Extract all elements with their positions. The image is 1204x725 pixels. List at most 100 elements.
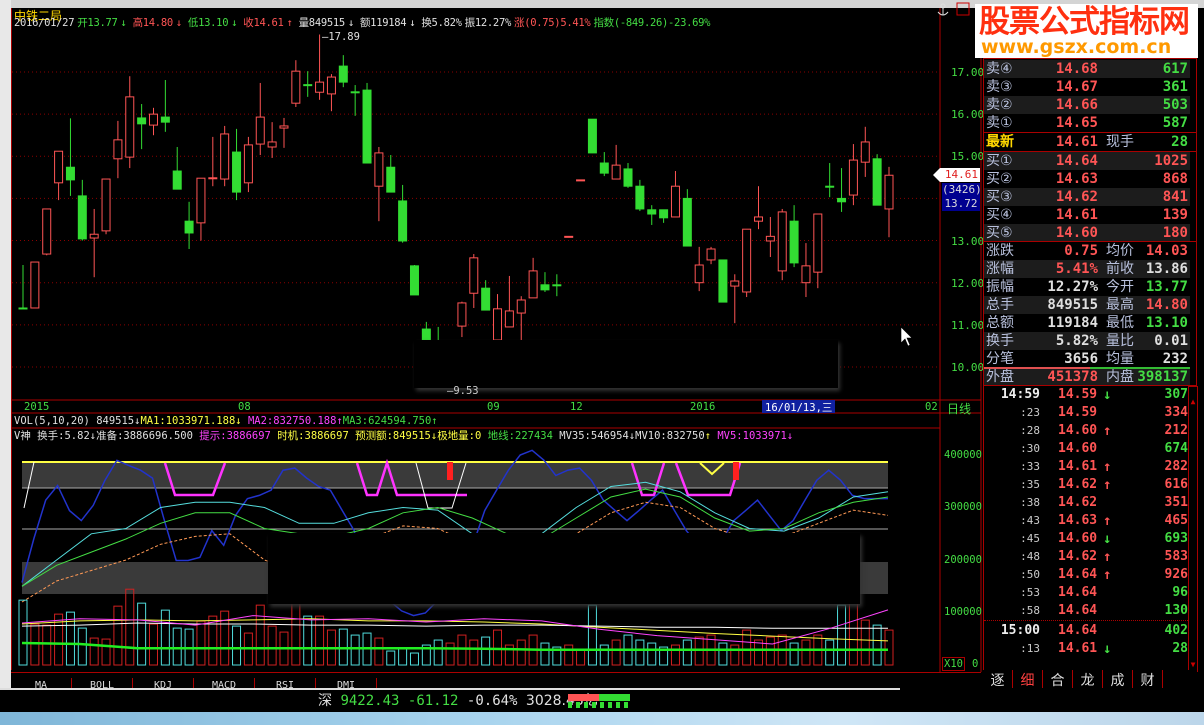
arrow-down-icon: ↓: [231, 17, 238, 29]
period-selector[interactable]: 日线: [947, 400, 971, 417]
scroll-down-icon[interactable]: ▼: [1189, 660, 1197, 669]
candle-body: [362, 89, 372, 164]
vol-axis-label: 0: [972, 658, 979, 670]
candle-body: [243, 144, 253, 184]
bid-label: 买③: [986, 189, 1013, 205]
last-label: 最新: [986, 134, 1014, 150]
tick-volume: 693: [1164, 531, 1188, 546]
candle-body: [552, 284, 562, 287]
candle-body: [540, 284, 550, 291]
tick-price: 14.60: [1058, 441, 1098, 456]
price-axis-label: 15.00: [951, 150, 985, 163]
tick-volume: 28: [1172, 641, 1188, 656]
tick-time: :13: [1020, 642, 1040, 655]
candle-body: [682, 197, 692, 247]
tick-price: 14.62: [1058, 549, 1098, 564]
candle: [362, 82, 372, 164]
candle-body: [208, 177, 218, 180]
stat-label: 换手: [986, 333, 1014, 349]
volume-ma-ma1: [21, 618, 889, 642]
outer-bar: [984, 367, 1090, 369]
inner-bar: [1090, 367, 1190, 369]
taskbar: [0, 712, 1204, 725]
volume-bar: [77, 627, 87, 666]
candle-body: [599, 162, 609, 174]
volume-bar: [398, 647, 408, 666]
ask-row[interactable]: 卖④ 14.68 617: [984, 60, 1190, 78]
tick-time: :23: [1020, 406, 1040, 419]
volume-bar: [18, 599, 28, 666]
bid-row[interactable]: 买① 14.64 1025: [984, 152, 1190, 170]
candle-body: [101, 178, 111, 232]
volume-bar: [469, 639, 479, 666]
tick-time: :50: [1020, 568, 1040, 581]
stat-label: 内盘: [1106, 369, 1134, 385]
stat-label: 最低: [1106, 315, 1134, 331]
ind-forecast: 预测额:849515: [355, 430, 431, 442]
ask-row[interactable]: 卖③ 14.67 361: [984, 78, 1190, 96]
candle-body: [398, 200, 408, 242]
arrow-down-icon: ↓: [347, 17, 354, 29]
arrow-up-icon: ↑: [1103, 477, 1112, 493]
candle: [125, 76, 135, 169]
candle: [730, 274, 740, 324]
ask-label: 卖③: [986, 79, 1013, 95]
volume-bar: [599, 644, 609, 666]
ind-timing: 时机:3886697: [277, 430, 349, 442]
scroll-up-icon[interactable]: ▲: [1189, 397, 1197, 406]
vol-ma2: MA2:832750.188: [247, 415, 337, 427]
candle: [255, 82, 265, 156]
price-axis-label: 11.00: [951, 319, 985, 332]
volume-ma-ma3: [21, 609, 889, 645]
volume-bar: [137, 602, 147, 666]
ind-name: V神: [14, 430, 31, 442]
volume-bar: [884, 629, 894, 666]
bid-price: 14.64: [1055, 153, 1098, 169]
ind-hint: 提示:3886697: [199, 430, 271, 442]
index-value: 9422.43: [340, 693, 400, 709]
upper-band: [22, 463, 888, 488]
bid-row[interactable]: 买⑤ 14.60 180: [984, 224, 1190, 242]
stat-label: 外盘: [986, 369, 1014, 385]
info-high: 高14.80 ↓: [133, 17, 185, 29]
tick-volume: 130: [1164, 603, 1188, 618]
tab-detail[interactable]: 细: [1013, 670, 1043, 688]
candle-body: [457, 302, 467, 327]
tick-row: :48 14.62 ↑ 583: [984, 548, 1190, 566]
bid-row[interactable]: 买② 14.63 868: [984, 170, 1190, 188]
candle: [682, 189, 692, 247]
arrow-up-icon: ↑: [1103, 513, 1112, 529]
volume-bar: [148, 623, 158, 666]
tab-cai[interactable]: 财: [1133, 670, 1163, 688]
bid-row[interactable]: 买④ 14.61 139: [984, 206, 1190, 224]
market-name: 深: [318, 693, 332, 709]
tick-price: 14.59: [1058, 405, 1098, 420]
tab-long[interactable]: 龙: [1073, 670, 1103, 688]
tab-zhubi[interactable]: 逐: [983, 670, 1013, 688]
info-amt: 额119184 ↓: [360, 17, 418, 29]
tab-he[interactable]: 合: [1043, 670, 1073, 688]
arrow-up-icon: ↑: [1103, 567, 1112, 583]
tab-cheng[interactable]: 成: [1103, 670, 1133, 688]
candle-body: [172, 170, 182, 190]
tick-time: 15:00: [1000, 623, 1040, 638]
price-axis-label: 17.00: [951, 66, 985, 79]
candle-body: [754, 216, 764, 222]
layout-toggle-icon[interactable]: [956, 2, 970, 16]
candle-body: [718, 259, 728, 303]
vol-value: 849515: [96, 415, 135, 427]
info-high-value: 高14.80: [132, 17, 174, 29]
selected-date: 16/01/13,三: [762, 400, 836, 414]
candle-body: [303, 84, 313, 87]
logo-title: 股票公式指标网: [979, 4, 1190, 40]
candle-body: [65, 166, 75, 181]
ask-row[interactable]: 卖① 14.65 587: [984, 114, 1190, 132]
bid-row[interactable]: 买③ 14.62 841: [984, 188, 1190, 206]
tick-scrollbar[interactable]: ▲ ▼: [1188, 386, 1198, 672]
candle: [374, 147, 384, 222]
ask-row[interactable]: 卖② 14.66 503: [984, 96, 1190, 114]
candle-body: [409, 265, 419, 296]
signal-red-2: [733, 462, 739, 480]
low-marker-value: 9.53: [453, 385, 479, 397]
arrow-down-icon: ↓: [175, 17, 182, 29]
